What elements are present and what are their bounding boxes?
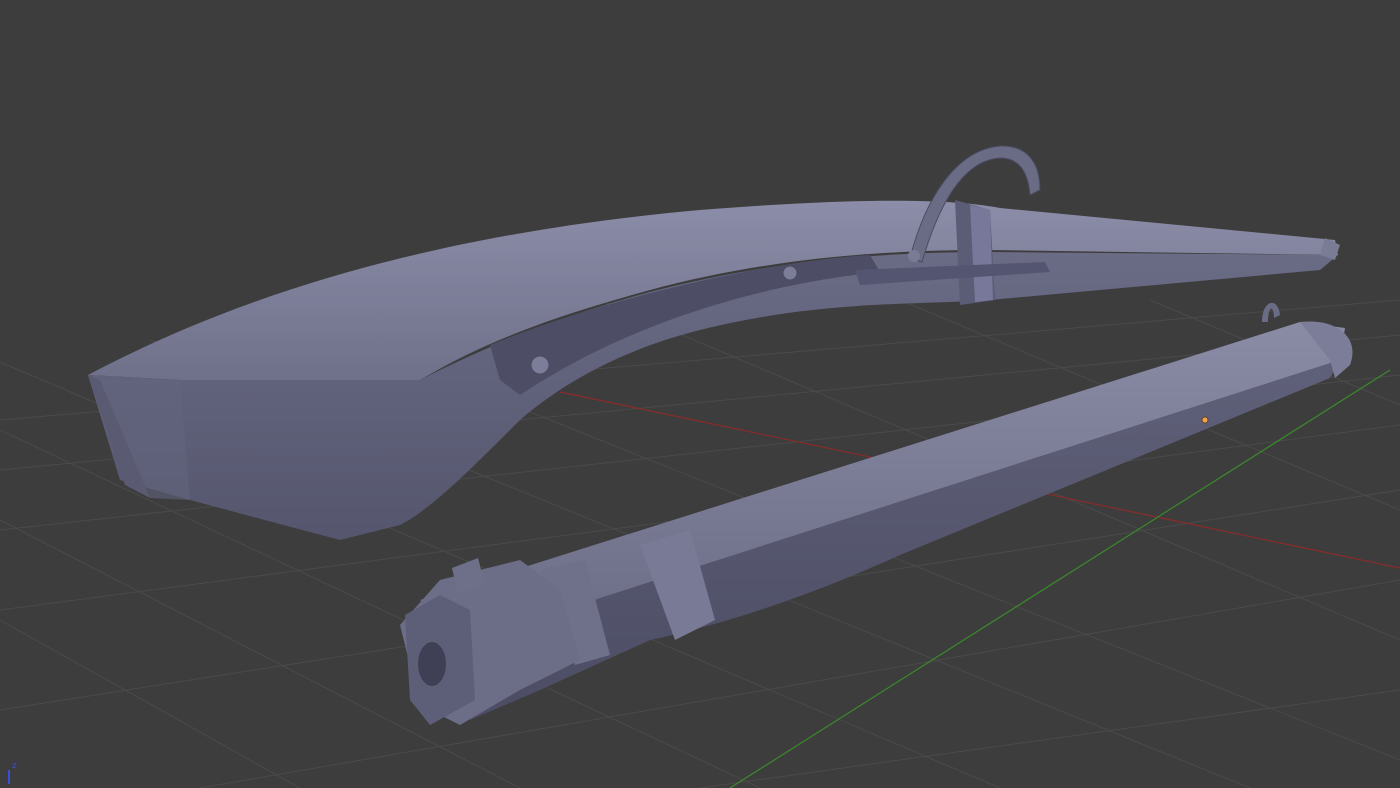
axis-z-label: z <box>12 761 17 771</box>
screw-rear <box>530 355 550 375</box>
front-hook <box>1262 302 1280 322</box>
3d-viewport[interactable]: z <box>0 0 1400 788</box>
origin-marker[interactable] <box>1201 416 1209 424</box>
axis-gizmo: z <box>4 762 24 784</box>
viewport-scene[interactable] <box>0 0 1400 788</box>
stock-mesh[interactable] <box>88 145 1340 540</box>
breech-hole <box>418 642 446 686</box>
screw-front <box>782 265 798 281</box>
